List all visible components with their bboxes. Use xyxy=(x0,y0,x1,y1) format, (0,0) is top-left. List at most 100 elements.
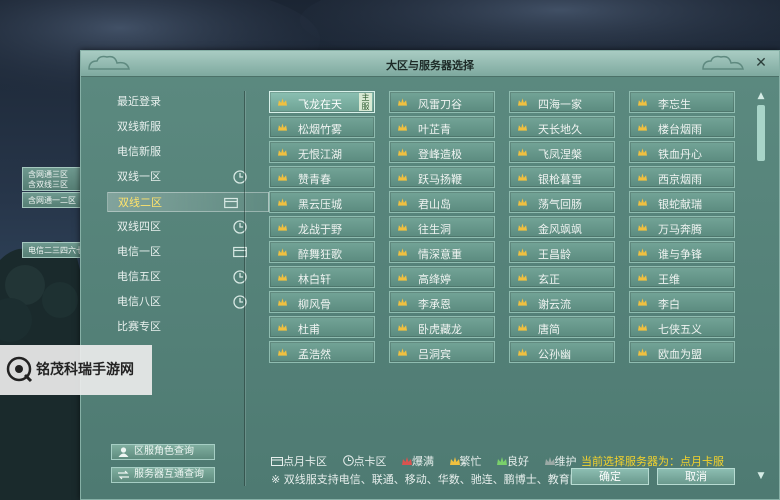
server-name: 万马奔腾 xyxy=(658,223,702,236)
server-button[interactable]: 唐简 xyxy=(509,316,615,338)
server-name: 铁血丹心 xyxy=(658,148,702,161)
server-button[interactable]: 公孙幽 xyxy=(509,341,615,363)
close-icon[interactable]: ✕ xyxy=(753,55,769,71)
server-button[interactable]: 赞青春 xyxy=(269,166,375,188)
server-button[interactable]: 万马奔腾 xyxy=(629,216,735,238)
crown-icon xyxy=(278,123,287,131)
crown-icon xyxy=(638,198,647,206)
category-label: 电信五区 xyxy=(117,270,161,283)
ok-button[interactable]: 确定 xyxy=(571,468,649,485)
server-button[interactable]: 银枪暮雪 xyxy=(509,166,615,188)
server-button[interactable]: 谢云流 xyxy=(509,291,615,313)
server-name: 龙战于野 xyxy=(298,223,342,236)
server-button[interactable]: 飞凤涅槃 xyxy=(509,141,615,163)
server-name: 唐简 xyxy=(538,323,560,336)
server-name: 跃马扬鞭 xyxy=(418,173,462,186)
server-button[interactable]: 王昌龄 xyxy=(509,241,615,263)
server-button[interactable]: 情深意重 xyxy=(389,241,495,263)
crown-icon xyxy=(518,323,527,331)
server-name: 飞龙在天 xyxy=(298,98,342,111)
server-button[interactable]: 跃马扬鞭 xyxy=(389,166,495,188)
crown-icon xyxy=(278,148,287,156)
scroll-down-icon[interactable]: ▼ xyxy=(755,471,767,481)
server-name: 赞青春 xyxy=(298,173,331,186)
interop-query-button[interactable]: 服务器互通查询 xyxy=(111,467,215,483)
server-button[interactable]: 金风飒飒 xyxy=(509,216,615,238)
server-button[interactable]: 王维 xyxy=(629,266,735,288)
category-item[interactable]: 双线一区 xyxy=(117,167,247,187)
server-button[interactable]: 玄正 xyxy=(509,266,615,288)
server-button[interactable]: 柳风骨 xyxy=(269,291,375,313)
server-button[interactable]: 登峰造极 xyxy=(389,141,495,163)
category-item[interactable]: 双线四区 xyxy=(117,217,247,237)
cancel-button[interactable]: 取消 xyxy=(657,468,735,485)
server-button[interactable]: 风雷刀谷 xyxy=(389,91,495,113)
scrollbar[interactable]: ▲ ▼ xyxy=(755,91,767,491)
category-label: 双线二区 xyxy=(118,196,162,209)
crown-icon xyxy=(402,457,412,465)
crown-icon xyxy=(638,348,647,356)
category-item[interactable]: 电信八区 xyxy=(117,292,247,312)
server-name: 醉舞狂歌 xyxy=(298,248,342,261)
category-item[interactable]: 最近登录 xyxy=(117,92,161,112)
server-button[interactable]: 李承恩 xyxy=(389,291,495,313)
server-name: 孟浩然 xyxy=(298,348,331,361)
server-name: 往生洞 xyxy=(418,223,451,236)
role-query-button[interactable]: 区服角色查询 xyxy=(111,444,215,460)
server-button[interactable]: 七侠五义 xyxy=(629,316,735,338)
category-item[interactable]: 电信新服 xyxy=(117,142,161,162)
server-button[interactable]: 欧血为盟 xyxy=(629,341,735,363)
category-label: 双线四区 xyxy=(117,220,161,233)
server-button[interactable]: 西京烟雨 xyxy=(629,166,735,188)
category-item[interactable]: 电信五区 xyxy=(117,267,247,287)
server-button[interactable]: 荡气回肠 xyxy=(509,191,615,213)
server-button[interactable]: 无恨江湖 xyxy=(269,141,375,163)
server-name: 柳风骨 xyxy=(298,298,331,311)
server-button[interactable]: 往生洞 xyxy=(389,216,495,238)
server-button[interactable]: 松烟竹雾 xyxy=(269,116,375,138)
crown-icon xyxy=(398,348,407,356)
server-button[interactable]: 飞龙在天 主服 xyxy=(269,91,375,113)
server-button[interactable]: 高绛婷 xyxy=(389,266,495,288)
server-button[interactable]: 林白轩 xyxy=(269,266,375,288)
server-name: 无恨江湖 xyxy=(298,148,342,161)
category-item[interactable]: 电信一区 xyxy=(117,242,247,262)
crown-icon xyxy=(638,148,647,156)
server-button[interactable]: 黑云压城 xyxy=(269,191,375,213)
crown-icon xyxy=(278,223,287,231)
server-button[interactable]: 天长地久 xyxy=(509,116,615,138)
crown-icon xyxy=(518,248,527,256)
server-button[interactable]: 君山岛 xyxy=(389,191,495,213)
category-label: 双线一区 xyxy=(117,170,161,183)
server-button[interactable]: 吕洞宾 xyxy=(389,341,495,363)
server-button[interactable]: 卧虎藏龙 xyxy=(389,316,495,338)
server-button[interactable]: 楼台烟雨 xyxy=(629,116,735,138)
category-item[interactable]: 比赛专区 xyxy=(117,317,161,337)
main-server-badge: 主服 xyxy=(359,93,372,111)
category-item[interactable]: 双线新服 xyxy=(117,117,161,137)
server-button[interactable]: 龙战于野 xyxy=(269,216,375,238)
crown-icon xyxy=(278,323,287,331)
server-button[interactable]: 李忘生 xyxy=(629,91,735,113)
crown-icon xyxy=(398,148,407,156)
server-name: 吕洞宾 xyxy=(418,348,451,361)
category-label: 电信新服 xyxy=(117,145,161,158)
server-name: 高绛婷 xyxy=(418,273,451,286)
server-button[interactable]: 四海一家 xyxy=(509,91,615,113)
server-button[interactable]: 银蛇献瑞 xyxy=(629,191,735,213)
server-button[interactable]: 孟浩然 xyxy=(269,341,375,363)
scroll-up-icon[interactable]: ▲ xyxy=(755,91,767,101)
server-name: 荡气回肠 xyxy=(538,198,582,211)
legend-busy: 繁忙 xyxy=(449,455,492,468)
server-button[interactable]: 李白 xyxy=(629,291,735,313)
crown-icon xyxy=(544,457,555,465)
server-button[interactable]: 叶芷青 xyxy=(389,116,495,138)
server-button[interactable]: 醉舞狂歌 xyxy=(269,241,375,263)
server-button[interactable]: 谁与争锋 xyxy=(629,241,735,263)
server-button[interactable]: 铁血丹心 xyxy=(629,141,735,163)
crown-icon xyxy=(638,248,647,256)
scroll-thumb[interactable] xyxy=(757,105,765,161)
crown-icon xyxy=(278,198,287,206)
server-button[interactable]: 杜甫 xyxy=(269,316,375,338)
server-name: 谁与争锋 xyxy=(658,248,702,261)
